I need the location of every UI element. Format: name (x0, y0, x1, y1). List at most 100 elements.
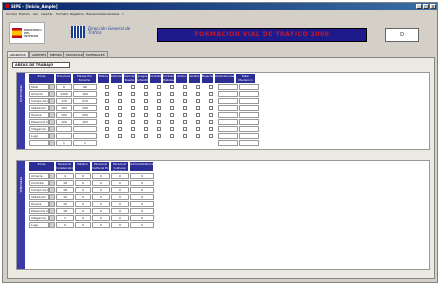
value-cell[interactable]: 0 (111, 173, 129, 179)
taller-cell[interactable] (239, 133, 259, 139)
ambulancias-cell[interactable] (218, 133, 238, 139)
checkbox[interactable] (157, 92, 161, 96)
checkbox[interactable] (157, 85, 161, 89)
value-cell[interactable]: 4 (56, 173, 74, 179)
plazas-cell[interactable] (73, 133, 97, 139)
value-cell[interactable]: 0 (111, 208, 129, 214)
checkbox[interactable] (118, 85, 122, 89)
checkbox[interactable] (196, 99, 200, 103)
zone-dropdown[interactable] (49, 194, 55, 200)
value-cell[interactable]: 0 (111, 215, 129, 221)
value-cell[interactable]: 0 (130, 194, 154, 200)
value-cell[interactable]: 0 (130, 222, 154, 228)
zone-dropdown[interactable] (49, 222, 55, 228)
checkbox[interactable] (131, 92, 135, 96)
zone-dropdown[interactable] (49, 84, 55, 90)
checkbox[interactable] (144, 127, 148, 131)
checkbox[interactable] (170, 134, 174, 138)
checkbox[interactable] (170, 106, 174, 110)
checkbox[interactable] (118, 113, 122, 117)
plazas-cell[interactable]: 290 (73, 105, 97, 111)
value-cell[interactable]: 0 (75, 187, 91, 193)
checkbox[interactable] (209, 113, 213, 117)
value-cell[interactable]: 0 (130, 215, 154, 221)
menu-ventana[interactable]: Ventana (107, 12, 119, 16)
checkbox[interactable] (131, 106, 135, 110)
checkbox[interactable] (170, 99, 174, 103)
value-cell[interactable]: 0 (75, 222, 91, 228)
taller-cell[interactable] (239, 84, 259, 90)
zone-dropdown[interactable] (49, 140, 55, 146)
checkbox[interactable] (157, 113, 161, 117)
zone-dropdown[interactable] (49, 91, 55, 97)
ambulancias-cell[interactable] (218, 105, 238, 111)
checkbox[interactable] (183, 120, 187, 124)
checkbox[interactable] (131, 113, 135, 117)
taller-cell[interactable] (239, 91, 259, 97)
checkbox[interactable] (144, 113, 148, 117)
checkbox[interactable] (157, 134, 161, 138)
checkbox[interactable] (144, 99, 148, 103)
value-cell[interactable]: 0 (111, 201, 129, 207)
zone-dropdown[interactable] (49, 187, 55, 193)
ambulancias-cell[interactable] (218, 140, 238, 146)
checkbox[interactable] (105, 85, 109, 89)
checkbox[interactable] (157, 106, 161, 110)
value-cell[interactable]: 0 (92, 208, 110, 214)
turismos-cell[interactable]: 100 (56, 105, 72, 111)
checkbox[interactable] (209, 106, 213, 110)
menu-edicion[interactable]: Edición (19, 12, 30, 16)
menu-herramientas[interactable]: Herramientas (86, 12, 106, 16)
checkbox[interactable] (118, 120, 122, 124)
value-cell[interactable]: 0 (111, 194, 129, 200)
zone-dropdown[interactable] (49, 119, 55, 125)
checkbox[interactable] (118, 127, 122, 131)
checkbox[interactable] (196, 113, 200, 117)
turismos-cell[interactable]: 1 (56, 140, 72, 146)
checkbox[interactable] (131, 85, 135, 89)
menu-registros[interactable]: Registros (70, 12, 84, 16)
checkbox[interactable] (157, 99, 161, 103)
zone-dropdown[interactable] (49, 180, 55, 186)
value-cell[interactable]: 1 (56, 215, 74, 221)
value-cell[interactable]: 0 (130, 201, 154, 207)
value-cell[interactable]: 0 (75, 201, 91, 207)
checkbox[interactable] (105, 99, 109, 103)
plazas-cell[interactable]: 270 (73, 98, 97, 104)
value-cell[interactable]: 0 (130, 208, 154, 214)
checkbox[interactable] (105, 106, 109, 110)
plazas-cell[interactable]: 100 (73, 91, 97, 97)
checkbox[interactable] (196, 106, 200, 110)
taller-cell[interactable] (239, 105, 259, 111)
checkbox[interactable] (183, 106, 187, 110)
value-cell[interactable]: 10 (56, 201, 74, 207)
turismos-cell[interactable]: 170 (56, 98, 72, 104)
value-cell[interactable]: 0 (111, 187, 129, 193)
checkbox[interactable] (131, 120, 135, 124)
value-cell[interactable]: 0 (92, 187, 110, 193)
zone-dropdown[interactable] (49, 215, 55, 221)
checkbox[interactable] (144, 85, 148, 89)
maximize-button[interactable]: □ (423, 4, 429, 9)
checkbox[interactable] (170, 92, 174, 96)
checkbox[interactable] (118, 99, 122, 103)
checkbox[interactable] (209, 134, 213, 138)
ambulancias-cell[interactable] (218, 126, 238, 132)
value-cell[interactable]: 0 (92, 215, 110, 221)
checkbox[interactable] (105, 134, 109, 138)
plazas-cell[interactable] (73, 126, 97, 132)
zone-dropdown[interactable] (49, 105, 55, 111)
checkbox[interactable] (209, 85, 213, 89)
checkbox[interactable] (118, 134, 122, 138)
value-cell[interactable]: 0 (92, 194, 110, 200)
value-cell[interactable]: 0 (92, 201, 110, 207)
checkbox[interactable] (144, 120, 148, 124)
value-cell[interactable]: 10 (56, 194, 74, 200)
zone-dropdown[interactable] (49, 133, 55, 139)
value-cell[interactable]: 0 (111, 180, 129, 186)
value-cell[interactable]: 0 (56, 222, 74, 228)
value-cell[interactable]: 18 (56, 208, 74, 214)
value-cell[interactable]: 18 (56, 180, 74, 186)
ambulancias-cell[interactable] (218, 98, 238, 104)
checkbox[interactable] (170, 127, 174, 131)
